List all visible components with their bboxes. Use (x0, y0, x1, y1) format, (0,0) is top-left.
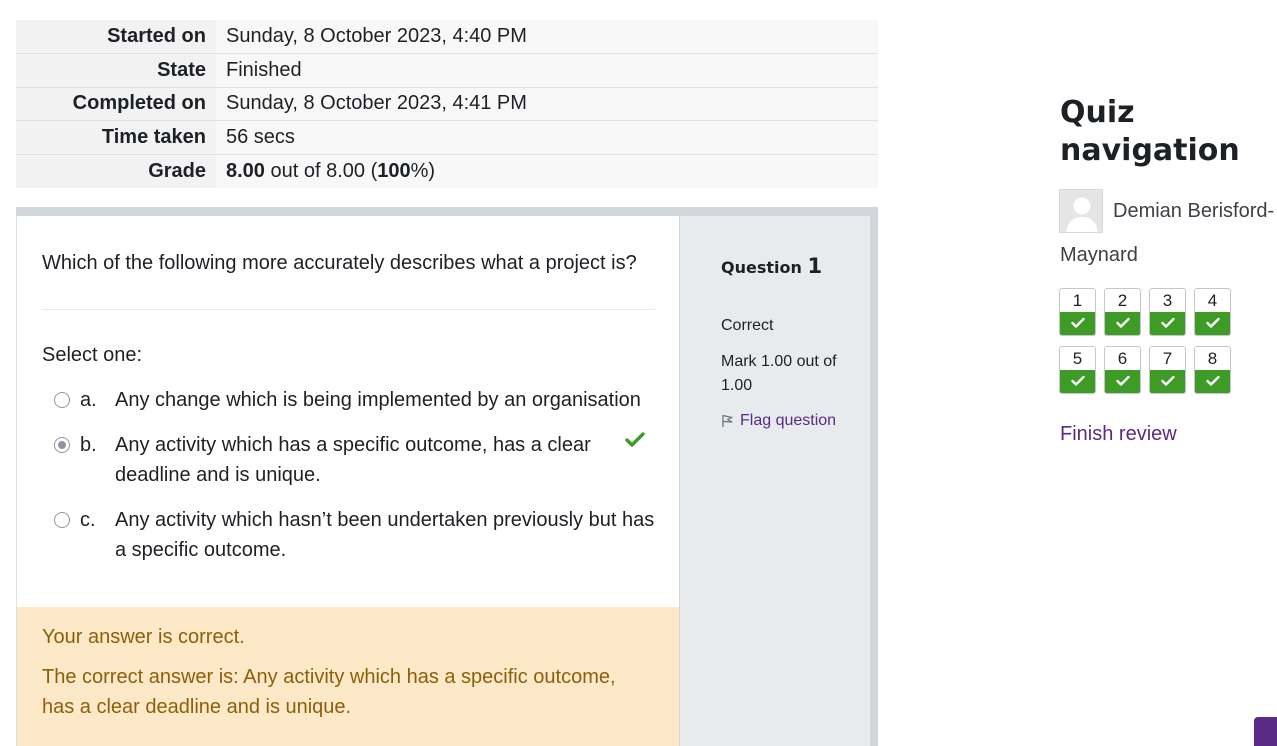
radio-button-selected[interactable] (54, 437, 70, 453)
question-mark: Mark 1.00 out of 1.00 (721, 353, 837, 394)
nav-question-2[interactable]: 2 (1104, 288, 1141, 336)
summary-label: Grade (16, 153, 216, 188)
question-label: Question (721, 258, 802, 277)
correct-indicator (1150, 312, 1185, 335)
answer-text: Any activity which hasn’t been undertake… (115, 509, 655, 561)
question-border (870, 216, 878, 746)
flag-question-label: Flag question (740, 412, 837, 429)
nav-question-6[interactable]: 6 (1104, 346, 1141, 394)
correct-indicator (1105, 312, 1140, 335)
nav-question-8[interactable]: 8 (1194, 346, 1231, 394)
nav-question-4[interactable]: 4 (1194, 288, 1231, 336)
select-one-prompt: Select one: (42, 344, 143, 366)
correct-indicator (1195, 312, 1230, 335)
grade-percent: 100 (377, 159, 411, 182)
feedback-panel: Your answer is correct. The correct answ… (17, 607, 680, 746)
summary-label: State (16, 53, 216, 87)
correct-indicator (1060, 370, 1095, 393)
nav-question-7[interactable]: 7 (1149, 346, 1186, 394)
answer-text: Any activity which has a specific outcom… (115, 434, 591, 486)
answer-text: Any change which is being implemented by… (115, 389, 641, 411)
summary-label: Time taken (16, 120, 216, 154)
question-number: Question 1 (721, 254, 822, 278)
check-icon (1116, 317, 1130, 328)
answer-letter: b. (80, 434, 97, 456)
nav-question-number: 3 (1162, 291, 1173, 310)
check-icon (1116, 375, 1130, 386)
nav-question-number: 4 (1207, 291, 1218, 310)
quiz-navigation-title: Quiz navigation (1060, 95, 1240, 168)
question-number-value: 1 (807, 254, 823, 278)
nav-question-number: 6 (1117, 349, 1128, 368)
radio-button[interactable] (54, 512, 70, 528)
feedback-correct-answer: The correct answer is: Any activity whic… (42, 666, 616, 718)
radio-button[interactable] (54, 392, 70, 408)
correct-indicator (1195, 370, 1230, 393)
summary-row-started: Started on Sunday, 8 October 2023, 4:40 … (16, 20, 878, 54)
answer-letter: a. (80, 389, 97, 411)
flag-icon (722, 414, 733, 427)
question-info-panel: Question 1 Correct Mark 1.00 out of 1.00… (679, 216, 872, 746)
nav-question-3[interactable]: 3 (1149, 288, 1186, 336)
check-icon (1206, 317, 1220, 328)
user-icon (1066, 197, 1098, 232)
summary-label: Completed on (16, 86, 216, 121)
summary-label: Started on (16, 20, 216, 54)
nav-question-number: 7 (1162, 349, 1173, 368)
question-state: Correct (721, 317, 774, 334)
nav-question-number: 5 (1072, 349, 1083, 368)
check-icon (1071, 375, 1085, 386)
question-text: Which of the following more accurately d… (42, 252, 637, 274)
nav-question-number: 8 (1207, 349, 1218, 368)
check-icon (1071, 317, 1085, 328)
user-name-line-1[interactable]: Demian Berisford- (1113, 200, 1274, 223)
attempt-summary-table: Started on Sunday, 8 October 2023, 4:40 … (16, 20, 878, 188)
check-icon (1161, 317, 1175, 328)
nav-question-number: 1 (1072, 291, 1083, 310)
nav-question-number: 2 (1117, 291, 1128, 310)
check-icon (1161, 375, 1175, 386)
summary-row-state: State Finished (16, 53, 878, 87)
grade-out-of: out of 8.00 ( (264, 159, 378, 182)
feedback-result: Your answer is correct. (42, 626, 245, 648)
summary-grade-value: 8.00 out of 8.00 (100%) (216, 153, 878, 188)
nav-question-5[interactable]: 5 (1059, 346, 1096, 394)
finish-review-link[interactable]: Finish review (1060, 423, 1177, 446)
summary-value: 56 secs (216, 120, 878, 154)
question-content: Which of the following more accurately d… (16, 216, 680, 746)
summary-row-time: Time taken 56 secs (16, 120, 878, 154)
nav-question-1[interactable]: 1 (1059, 288, 1096, 336)
correct-check-icon (625, 432, 645, 447)
summary-row-grade: Grade 8.00 out of 8.00 (100%) (16, 153, 878, 188)
correct-indicator (1060, 312, 1095, 335)
user-avatar[interactable] (1059, 189, 1103, 233)
answer-letter: c. (80, 509, 96, 531)
grade-score: 8.00 (226, 159, 265, 182)
grade-percent-sign: %) (410, 159, 436, 182)
correct-indicator (1105, 370, 1140, 393)
divider (42, 309, 655, 310)
question-block: Which of the following more accurately d… (16, 207, 878, 746)
user-name-line-2[interactable]: Maynard (1060, 244, 1138, 267)
summary-value: Sunday, 8 October 2023, 4:40 PM (216, 20, 878, 54)
summary-value: Sunday, 8 October 2023, 4:41 PM (216, 86, 878, 121)
correct-indicator (1150, 370, 1185, 393)
summary-row-completed: Completed on Sunday, 8 October 2023, 4:4… (16, 86, 878, 121)
flag-question-button[interactable]: Flag question (721, 412, 836, 430)
floating-action-button[interactable] (1254, 717, 1277, 746)
check-icon (1206, 375, 1220, 386)
summary-value: Finished (216, 53, 878, 87)
